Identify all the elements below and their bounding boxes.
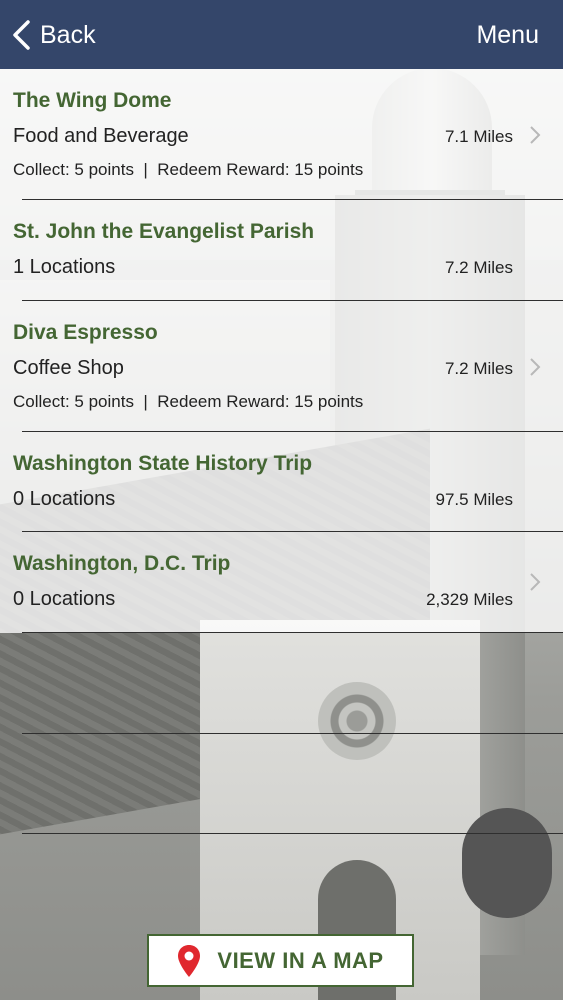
item-subtitle: Coffee Shop (13, 357, 124, 379)
item-subtitle: 0 Locations (13, 488, 116, 510)
item-points: Collect: 5 points | Redeem Reward: 15 po… (13, 160, 364, 179)
empty-row (0, 734, 563, 834)
item-distance: 97.5 Miles (435, 490, 513, 509)
nav-bar: Back Menu (0, 0, 563, 69)
item-title: St. John the Evangelist Parish (13, 220, 315, 243)
back-button[interactable]: Back (10, 18, 96, 52)
divider (22, 832, 563, 834)
item-distance: 7.2 Miles (444, 359, 513, 378)
item-distance: 2,329 Miles (426, 590, 513, 609)
list-item[interactable]: St. John the Evangelist Parish 1 Locatio… (0, 200, 563, 301)
item-subtitle: 0 Locations (13, 588, 116, 610)
back-label: Back (40, 20, 96, 49)
item-subtitle: Food and Beverage (13, 125, 189, 147)
chevron-right-icon (530, 126, 541, 144)
item-distance: 7.2 Miles (444, 258, 513, 277)
list-item[interactable]: The Wing Dome Food and Beverage 7.1 Mile… (0, 69, 563, 200)
list-item[interactable]: Washington, D.C. Trip 0 Locations 2,329 … (0, 532, 563, 633)
view-in-map-label: VIEW IN A MAP (217, 947, 384, 973)
list-item[interactable]: Diva Espresso Coffee Shop 7.2 Miles Coll… (0, 301, 563, 432)
item-title: Washington State History Trip (13, 452, 313, 475)
list-item[interactable]: Washington State History Trip 0 Location… (0, 432, 563, 532)
menu-button[interactable]: Menu (476, 21, 539, 50)
item-title: Washington, D.C. Trip (13, 552, 231, 575)
empty-row (0, 633, 563, 734)
places-list: The Wing Dome Food and Beverage 7.1 Mile… (0, 69, 563, 834)
chevron-left-icon (13, 20, 30, 50)
item-points: Collect: 5 points | Redeem Reward: 15 po… (13, 392, 364, 411)
item-title: Diva Espresso (13, 321, 158, 344)
view-in-map-button[interactable]: VIEW IN A MAP (147, 934, 414, 987)
chevron-right-icon (530, 573, 541, 591)
item-distance: 7.1 Miles (444, 127, 513, 146)
item-subtitle: 1 Locations (13, 256, 116, 278)
map-pin-icon (178, 944, 201, 977)
chevron-right-icon (530, 358, 541, 376)
item-title: The Wing Dome (13, 89, 172, 112)
